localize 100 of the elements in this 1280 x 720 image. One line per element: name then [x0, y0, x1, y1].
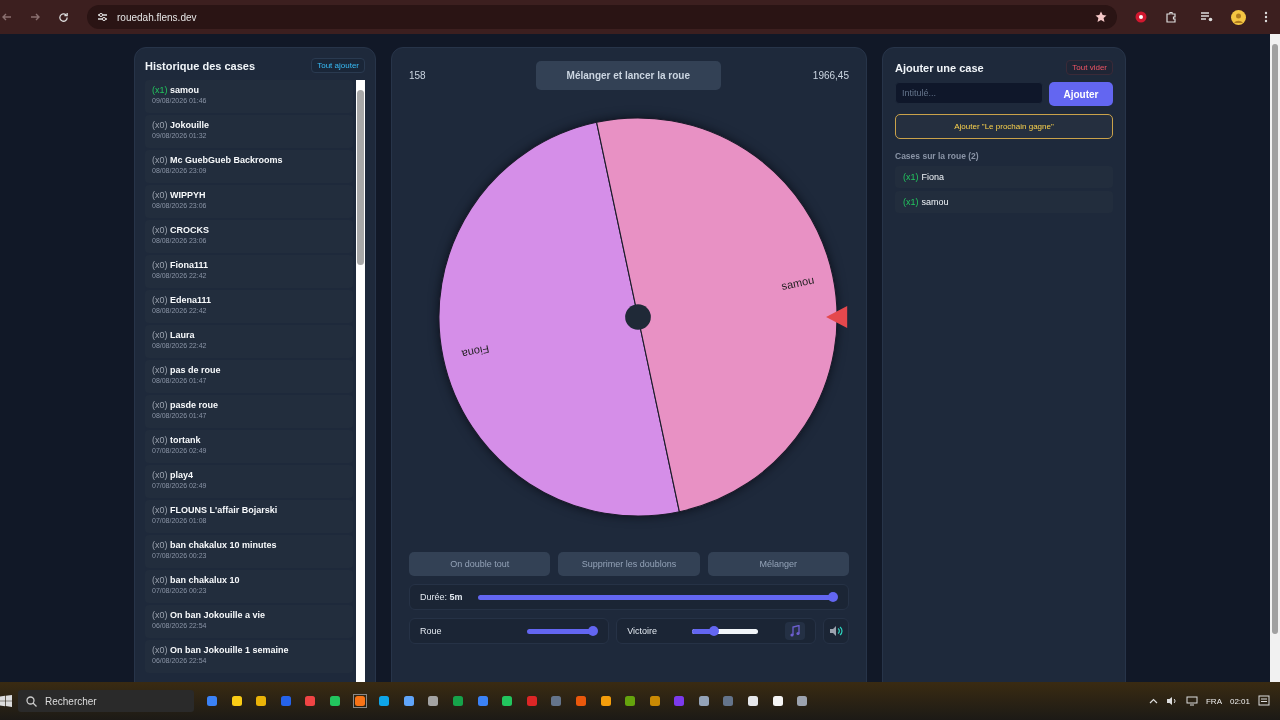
entry-name: Jokouille — [170, 120, 210, 130]
win-count: (x1) — [152, 85, 168, 95]
entry-name: Laura — [170, 330, 195, 340]
entry-count: (x1) — [903, 197, 919, 207]
panel-title: Ajouter une case — [895, 61, 984, 74]
win-count: (x0) — [152, 260, 168, 270]
entry-name: tortank — [170, 435, 201, 445]
app-icon[interactable] — [747, 695, 760, 707]
extension-icon[interactable] — [1135, 11, 1147, 23]
add-preset-button[interactable]: Ajouter "Le prochain gagne" — [895, 114, 1113, 139]
win-count: (x0) — [152, 645, 168, 655]
win-count: (x0) — [152, 400, 168, 410]
entry-name: play4 — [170, 470, 194, 480]
music-button[interactable] — [785, 622, 806, 640]
action-button[interactable]: Mélanger — [707, 552, 849, 576]
app-icon[interactable] — [353, 695, 366, 707]
bookmark-star-icon[interactable] — [1095, 11, 1107, 23]
puzzle-icon[interactable] — [1165, 11, 1177, 23]
action-button[interactable]: Supprimer les doublons — [558, 552, 700, 576]
title-input[interactable]: Intitulé... — [895, 82, 1043, 104]
page-scrollbar[interactable] — [1270, 34, 1280, 682]
volume-label: Victoire — [627, 626, 657, 636]
entry-name: On ban Jokouille a vie — [170, 610, 266, 620]
entry-name: samou — [170, 85, 200, 95]
segment-label: samou — [780, 273, 816, 293]
win-count: (x0) — [152, 120, 168, 130]
spin-count: 158 — [409, 70, 426, 81]
app-icon[interactable] — [402, 695, 415, 707]
win-count: (x0) — [152, 435, 168, 445]
total-value: 1966,45 — [812, 70, 849, 81]
win-count: (x0) — [152, 155, 168, 165]
menu-icon[interactable] — [1264, 11, 1268, 23]
add-button[interactable]: Ajouter — [1049, 82, 1113, 106]
forward-icon[interactable] — [30, 12, 40, 22]
speaker-icon — [829, 625, 844, 637]
app-icon[interactable] — [255, 695, 268, 707]
win-count: (x0) — [152, 575, 168, 585]
win-count: (x0) — [152, 365, 168, 375]
app-icon[interactable] — [796, 695, 809, 707]
sound-button[interactable] — [823, 618, 849, 644]
panel-title: Historique des cases — [145, 59, 256, 72]
app-icon[interactable] — [697, 695, 710, 707]
speaker-icon[interactable] — [1165, 696, 1178, 706]
reload-icon[interactable] — [58, 11, 69, 23]
search-placeholder: Rechercher — [45, 695, 97, 707]
wheel-entry[interactable]: (x1) Fiona — [895, 166, 1113, 188]
scrollbar[interactable] — [356, 80, 365, 682]
language-indicator[interactable]: FRA — [1205, 696, 1222, 706]
wheel-entry[interactable]: (x1) samou — [895, 191, 1113, 213]
site-settings-icon[interactable] — [97, 12, 108, 22]
wheel-drawing[interactable] — [438, 117, 838, 517]
win-count: (x0) — [152, 540, 168, 550]
spin-button[interactable]: Mélanger et lancer la roue — [535, 61, 721, 90]
segment-label: Fiona — [460, 343, 491, 361]
entry-name: On ban Jokouille 1 semaine — [170, 645, 289, 655]
win-count: (x0) — [152, 330, 168, 340]
pointer-icon — [826, 306, 848, 328]
network-icon[interactable] — [1185, 696, 1198, 706]
entry-name: Mc GuebGueb Backrooms — [170, 155, 283, 165]
add-all-button[interactable]: Tout ajouter — [311, 58, 365, 73]
entry-name: Fiona111 — [170, 260, 209, 270]
app-icon[interactable] — [771, 695, 784, 707]
address-bar[interactable]: rouedah.flens.dev — [87, 5, 1117, 29]
win-count: (x0) — [152, 295, 168, 305]
entry-name: Edena111 — [170, 295, 212, 305]
media-icon[interactable] — [1201, 12, 1213, 22]
scroll-thumb[interactable] — [357, 90, 364, 265]
entry-name: ban chakalux 10 minutes — [170, 540, 277, 550]
section-title: Cases sur la roue (2) — [895, 151, 980, 161]
clear-all-button[interactable]: Tout vider — [1066, 60, 1113, 75]
music-note-icon — [790, 625, 801, 637]
app-icon[interactable] — [501, 695, 514, 707]
clock[interactable]: 02:01 — [1229, 696, 1250, 706]
back-icon[interactable] — [2, 12, 12, 22]
app-icon[interactable] — [599, 695, 612, 707]
win-count: (x0) — [152, 470, 168, 480]
entry-name: Fiona — [921, 172, 944, 182]
search-icon — [26, 695, 37, 707]
taskbar-search[interactable]: Rechercher — [18, 690, 194, 712]
win-count: (x0) — [152, 190, 168, 200]
app-icon[interactable] — [328, 695, 341, 707]
entry-name: pasde roue — [170, 400, 219, 410]
entry-name: samou — [921, 197, 949, 207]
entry-name: CROCKS — [170, 225, 210, 235]
avatar-icon[interactable] — [1231, 9, 1246, 25]
scroll-thumb[interactable] — [1272, 44, 1278, 634]
start-icon[interactable] — [0, 695, 12, 707]
win-count: (x0) — [152, 610, 168, 620]
duration-label: Durée: 5m — [420, 592, 463, 602]
win-count: (x0) — [152, 505, 168, 515]
volume-label: Roue — [420, 626, 442, 636]
tray-caret-icon[interactable] — [1148, 698, 1158, 704]
app-icon[interactable] — [378, 695, 391, 707]
app-icon[interactable] — [230, 695, 243, 707]
app-icon[interactable] — [427, 695, 440, 707]
action-button[interactable]: On double tout — [409, 552, 551, 576]
notification-icon[interactable] — [1258, 695, 1270, 707]
entry-count: (x1) — [903, 172, 919, 182]
win-count: (x0) — [152, 225, 168, 235]
entry-name: pas de roue — [170, 365, 221, 375]
